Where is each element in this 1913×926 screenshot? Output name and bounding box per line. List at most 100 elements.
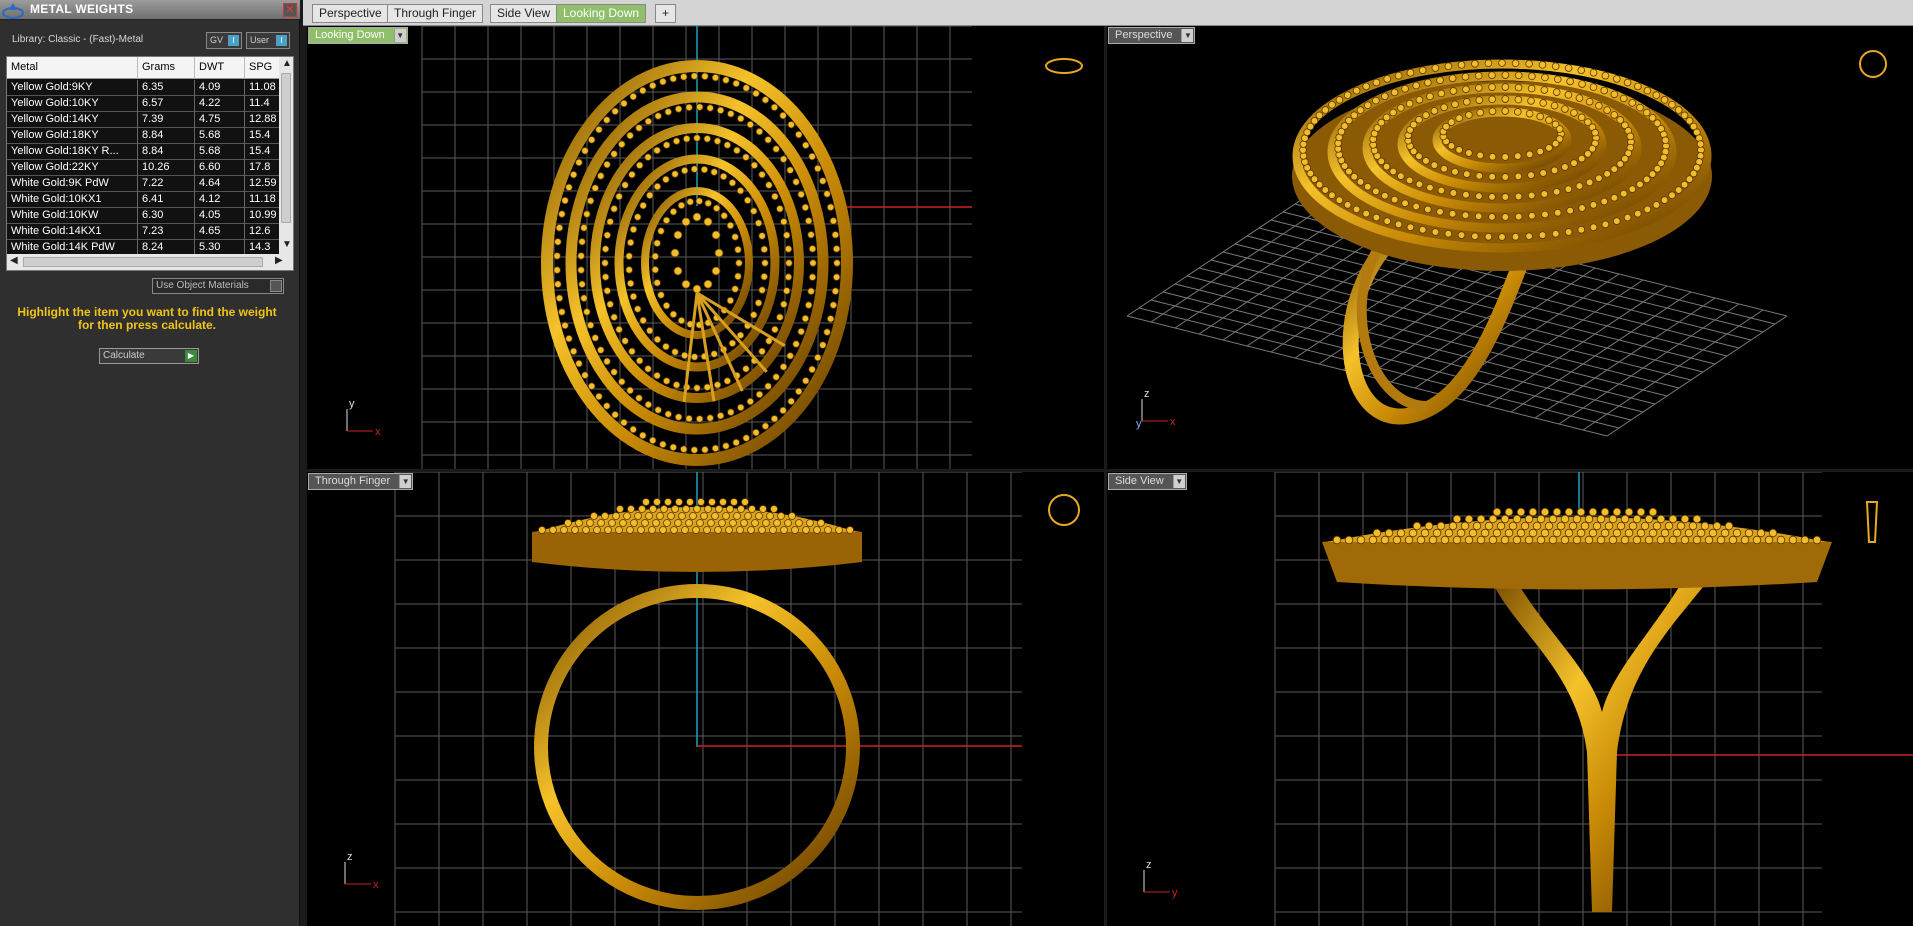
bead — [1528, 528, 1538, 538]
through-finger-scene: zx — [344, 472, 1080, 926]
viewport-looking-down[interactable]: yx Looking Down ▼ — [307, 26, 1104, 469]
vertical-scrollbar[interactable]: ▲ ▼ — [279, 57, 293, 254]
svg-text:y: y — [1172, 887, 1178, 899]
chevron-down-icon[interactable]: ▼ — [399, 475, 412, 488]
dwt-cell: 6.60 — [199, 161, 221, 173]
viewport-label-looking-down[interactable]: Looking Down ▼ — [308, 27, 408, 44]
bead — [1612, 507, 1622, 517]
bead — [1656, 535, 1666, 545]
scroll-down-icon[interactable]: ▼ — [282, 239, 292, 250]
viewport-label-through-finger[interactable]: Through Finger ▼ — [308, 473, 414, 490]
chevron-down-icon[interactable]: ▼ — [1172, 475, 1185, 488]
axis-triad: z x y — [1136, 388, 1176, 430]
viewport-side-view[interactable]: zy Side View ▼ — [1107, 472, 1913, 926]
bead — [674, 519, 682, 527]
bead — [626, 526, 634, 534]
gv-toggle[interactable]: GV I — [206, 32, 242, 49]
table-row[interactable]: Yellow Gold:18KY 8.84 5.68 15.4 — [7, 128, 279, 144]
bead — [802, 526, 810, 534]
viewport-through-finger[interactable]: zx Through Finger ▼ — [307, 472, 1104, 926]
bead — [1740, 535, 1750, 545]
dwt-cell: 4.12 — [199, 193, 221, 205]
bead — [693, 505, 701, 513]
bead — [1644, 535, 1654, 545]
table-row[interactable]: Yellow Gold:18KY R... 8.84 5.68 15.4 — [7, 144, 279, 160]
bead — [1664, 521, 1674, 531]
grams-cell: 6.57 — [142, 97, 164, 109]
bead — [697, 498, 705, 506]
table-row[interactable]: White Gold:10KW 6.30 4.05 10.99 — [7, 208, 279, 224]
user-toggle[interactable]: User I — [246, 32, 290, 49]
scroll-left-icon[interactable]: ◀ — [10, 255, 18, 266]
horizontal-scrollbar[interactable]: ◀ ▶ — [7, 254, 293, 270]
bead — [1468, 528, 1478, 538]
spg-cell: 15.4 — [249, 129, 271, 141]
bead — [1652, 521, 1662, 531]
bead — [1380, 535, 1390, 545]
bead — [718, 519, 726, 527]
column-header-grams[interactable]: Grams — [142, 61, 175, 73]
tab-through-finger[interactable]: Through Finger — [387, 4, 484, 23]
close-icon[interactable]: ✕ — [283, 3, 297, 17]
bead — [1492, 528, 1502, 538]
bead — [1628, 521, 1638, 531]
bead — [747, 526, 755, 534]
bead — [733, 512, 741, 520]
table-row[interactable]: Yellow Gold:22KY 10.26 6.60 17.8 — [7, 160, 279, 176]
scrollbar-thumb[interactable] — [23, 257, 263, 267]
tab-looking-down[interactable]: Looking Down — [556, 4, 647, 23]
bead — [1332, 535, 1342, 545]
scrollbar-thumb[interactable] — [281, 73, 291, 223]
bead — [1488, 535, 1498, 545]
viewport-label-side-view[interactable]: Side View ▼ — [1108, 473, 1187, 490]
viewport-label-perspective[interactable]: Perspective ▼ — [1108, 27, 1196, 44]
bead — [1504, 507, 1514, 517]
table-row[interactable]: White Gold:10KX1 6.41 4.12 11.18 — [7, 192, 279, 208]
chevron-down-icon[interactable]: ▼ — [1181, 29, 1194, 42]
table-row[interactable]: Yellow Gold:14KY 7.39 4.75 12.88 — [7, 112, 279, 128]
column-header-dwt[interactable]: DWT — [199, 61, 224, 73]
add-tab-icon[interactable]: + — [655, 4, 677, 23]
tab-side-view[interactable]: Side View — [490, 4, 558, 23]
bead — [1476, 514, 1486, 524]
tab-perspective[interactable]: Perspective — [312, 4, 389, 23]
table-row[interactable]: White Gold:9K PdW 7.22 4.64 12.59 — [7, 176, 279, 192]
bead — [1552, 507, 1562, 517]
table-body: Yellow Gold:9KY 6.35 4.09 11.08 Yellow Gold:… — [7, 80, 279, 256]
viewport-perspective[interactable]: z x y Perspective ▼ — [1107, 26, 1913, 469]
looking-down-scene: yx — [346, 26, 1083, 469]
chevron-down-icon[interactable]: ▼ — [393, 29, 406, 42]
ring-orientation-icon — [1865, 501, 1879, 543]
table-row[interactable]: Yellow Gold:10KY 6.57 4.22 11.4 — [7, 96, 279, 112]
bead — [1436, 521, 1446, 531]
spg-cell: 12.6 — [249, 225, 271, 237]
bead — [1776, 535, 1786, 545]
gv-toggle-label: GV — [210, 35, 224, 45]
bead — [1452, 535, 1462, 545]
scroll-right-icon[interactable]: ▶ — [275, 255, 283, 266]
bead — [648, 526, 656, 534]
column-header-spg[interactable]: SPG — [249, 61, 272, 73]
dwt-cell: 4.22 — [199, 97, 221, 109]
table-row[interactable]: White Gold:14KX1 7.23 4.65 12.6 — [7, 224, 279, 240]
bead — [1560, 535, 1570, 545]
metal-cell: White Gold:14KX1 — [11, 225, 102, 237]
grams-cell: 7.22 — [142, 177, 164, 189]
grams-cell: 7.23 — [142, 225, 164, 237]
table-row[interactable]: Yellow Gold:9KY 6.35 4.09 11.08 — [7, 80, 279, 96]
bead — [846, 526, 854, 534]
bead — [1500, 535, 1510, 545]
calculate-button[interactable]: Calculate ▶ — [99, 348, 199, 364]
spg-cell: 11.4 — [249, 97, 270, 109]
scroll-up-icon[interactable]: ▲ — [282, 58, 292, 69]
bead — [715, 505, 723, 513]
bead — [653, 498, 661, 506]
column-header-metal[interactable]: Metal — [11, 61, 38, 73]
bead — [619, 519, 627, 527]
metal-table: Metal Grams DWT SPG Yellow Gold:9KY 6.35 4… — [6, 56, 294, 271]
checkbox-icon[interactable] — [270, 280, 282, 292]
bead — [1508, 521, 1518, 531]
bead — [817, 519, 825, 527]
use-object-materials-checkbox[interactable]: Use Object Materials — [152, 278, 284, 294]
bead — [1756, 528, 1766, 538]
